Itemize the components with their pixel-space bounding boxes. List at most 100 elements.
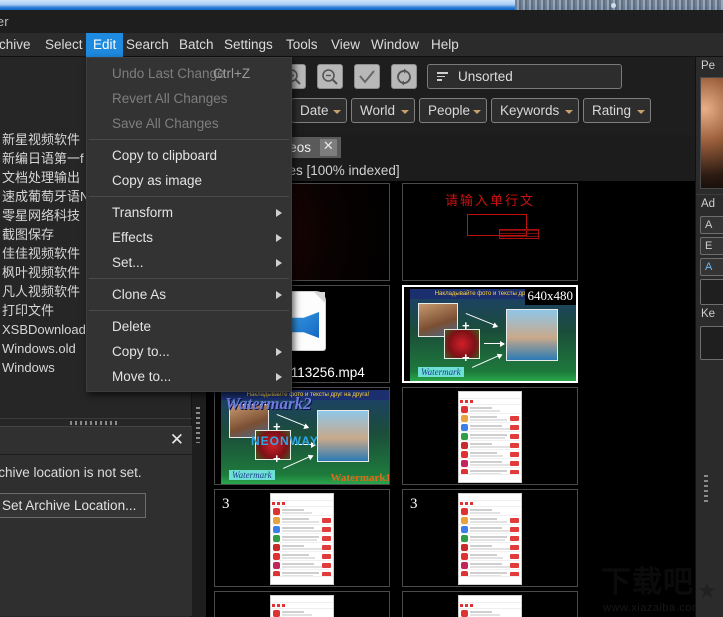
check-icon[interactable]	[354, 64, 380, 89]
thumbnail-number-label: 3	[222, 496, 230, 512]
screen-row	[459, 516, 521, 525]
chevron-right-icon	[276, 234, 282, 242]
menu-view[interactable]: View	[324, 33, 367, 57]
zoom-out-icon[interactable]	[317, 64, 343, 89]
filter-people[interactable]: People	[419, 98, 487, 123]
screen-row	[459, 534, 521, 543]
thumbnail-overlay-text: 请输入单行文	[444, 194, 535, 209]
thumbnail-watermark-text: Watermark	[418, 367, 464, 377]
filter-date[interactable]: Date	[291, 98, 347, 123]
screen-row	[271, 516, 333, 525]
close-icon[interactable]: ✕	[319, 139, 337, 156]
screen-row	[271, 525, 333, 534]
chevron-down-icon	[401, 110, 409, 114]
screen-row	[459, 507, 521, 516]
right-section-people-title: Pe	[701, 60, 716, 72]
filter-world[interactable]: World	[351, 98, 415, 123]
thumbnail-watermark-text: Watermark	[229, 470, 275, 480]
menu-settings[interactable]: Settings	[217, 33, 280, 57]
archive-notice-message: r archive location is not set.	[0, 465, 142, 480]
sort-order-dropdown[interactable]: Unsorted	[427, 64, 622, 89]
screen-row	[459, 414, 521, 423]
thumbnail-watermark-mid: NEONWAY	[251, 434, 319, 448]
window-top-strip-right	[515, 0, 723, 10]
screen-row	[271, 552, 333, 561]
screen-row	[271, 507, 333, 516]
right-panel-resize-grip[interactable]	[704, 475, 708, 505]
thumbnail-cell[interactable]: 3	[214, 489, 390, 587]
menu-item-transform[interactable]: Transform	[87, 200, 291, 225]
grid-resize-grip[interactable]	[196, 407, 200, 443]
menu-item-label: Move to...	[112, 369, 172, 384]
filter-label: World	[360, 103, 396, 118]
menu-item-label: Effects	[112, 230, 154, 245]
menu-item-effects[interactable]: Effects	[87, 225, 291, 250]
screen-row	[459, 441, 521, 450]
right-input-box[interactable]	[700, 279, 723, 305]
thumbnail-cell[interactable]: 3	[402, 489, 578, 587]
menu-item-copy-as-image[interactable]: Copy as image	[87, 168, 291, 193]
right-button-a[interactable]: A	[700, 216, 723, 234]
filter-label: People	[428, 103, 471, 118]
archive-notice-panel: ✕ r archive location is not set. Set Arc…	[0, 426, 192, 616]
menu-item-label: Save All Changes	[112, 116, 219, 131]
person-thumbnail[interactable]	[700, 77, 723, 189]
menu-window[interactable]: Window	[364, 33, 426, 57]
screen-row	[271, 543, 333, 552]
thumbnail-cell[interactable]: 请输入单行文	[402, 183, 578, 281]
right-panel: Pe Ad A E A Ke	[695, 57, 723, 617]
menu-search[interactable]: Search	[119, 33, 176, 57]
right-section-keywords-title: Ke	[701, 308, 716, 320]
edit-menu-dropdown[interactable]: Undo Last Change Ctrl+Z Revert All Changes…	[86, 57, 292, 392]
screen-row	[271, 534, 333, 543]
thumbnail-image	[215, 592, 389, 617]
screen-row	[459, 423, 521, 432]
set-archive-location-button[interactable]: Set Archive Location...	[0, 493, 147, 518]
chevron-down-icon	[637, 110, 645, 114]
menu-tools[interactable]: Tools	[279, 33, 325, 57]
menu-item-clone-as[interactable]: Clone As	[87, 282, 291, 307]
menu-item-set[interactable]: Set...	[87, 250, 291, 275]
application-window: nger chiveSelectEditSearchBatchSettingsT…	[0, 0, 723, 617]
filter-rating[interactable]: Rating	[583, 98, 651, 123]
filter-keywords[interactable]: Keywords	[491, 98, 579, 123]
window-strip-dot	[611, 3, 616, 8]
menu-help[interactable]: Help	[424, 33, 466, 57]
thumbnail-cell[interactable]	[402, 591, 578, 617]
menu-item-label: Transform	[112, 205, 174, 220]
close-icon[interactable]: ✕	[170, 430, 184, 450]
screen-row	[459, 432, 521, 441]
menu-edit[interactable]: Edit	[86, 33, 124, 57]
right-button-accent[interactable]: A	[700, 258, 723, 276]
screen-row	[271, 609, 333, 617]
thumbnail-cell[interactable]	[214, 591, 390, 617]
menu-item-save-all-changes: Save All Changes	[87, 111, 291, 136]
menu-item-delete[interactable]: Delete	[87, 314, 291, 339]
thumbnail-cell[interactable]	[402, 387, 578, 485]
refresh-icon[interactable]	[391, 64, 417, 89]
menu-batch[interactable]: Batch	[172, 33, 221, 57]
screen-row	[459, 459, 521, 468]
menu-item-move-to[interactable]: Move to...	[87, 364, 291, 389]
screen-row	[459, 450, 521, 459]
menu-item-label: Revert All Changes	[112, 91, 228, 106]
menu-item-copy-to[interactable]: Copy to...	[87, 339, 291, 364]
title-bar: nger	[0, 10, 723, 33]
chevron-right-icon	[276, 373, 282, 381]
menu-item-copy-to-clipboard[interactable]: Copy to clipboard	[87, 143, 291, 168]
right-button-e[interactable]: E	[700, 237, 723, 255]
left-panel-divider	[0, 418, 192, 419]
screen-row	[459, 561, 521, 570]
chevron-down-icon	[333, 110, 341, 114]
menu-item-label: Copy as image	[112, 173, 203, 188]
screen-row	[459, 552, 521, 561]
thumbnail-cell[interactable]: Накладывайте фото и тексты друг на друга…	[402, 285, 578, 383]
keywords-list-box[interactable]	[700, 326, 723, 360]
menu-item-shortcut: Ctrl+Z	[213, 66, 251, 81]
screen-row	[459, 543, 521, 552]
thumbnail-cell[interactable]: Накладывайте фото и тексты друг на друга…	[214, 387, 390, 485]
menu-chive[interactable]: chive	[0, 33, 38, 57]
menu-select[interactable]: Select	[38, 33, 90, 57]
panel-resize-grip[interactable]	[70, 421, 118, 425]
menu-item-label: Copy to clipboard	[112, 148, 218, 163]
